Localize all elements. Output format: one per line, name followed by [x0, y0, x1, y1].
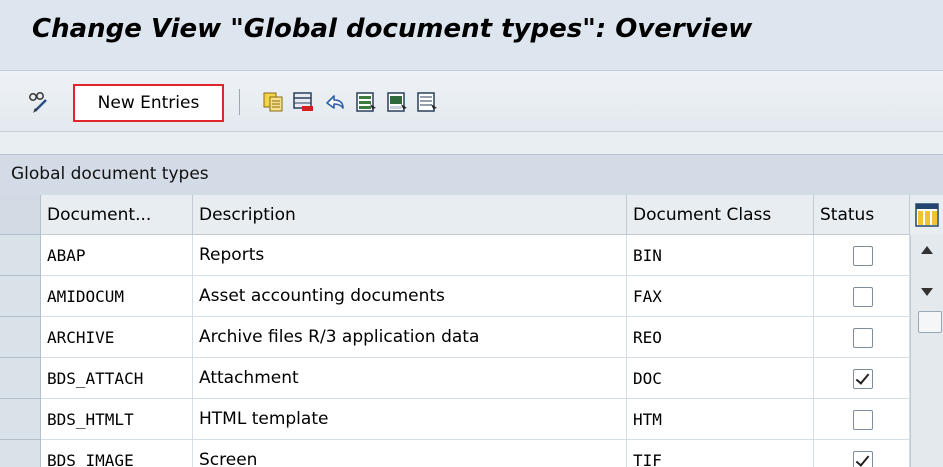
- vertical-scrollbar[interactable]: [910, 235, 943, 467]
- delete-icon[interactable]: [292, 91, 314, 113]
- undo-icon[interactable]: [324, 91, 346, 113]
- status-checkbox[interactable]: [853, 410, 873, 430]
- toolbar-spacer: [0, 132, 943, 154]
- row-selector[interactable]: [0, 276, 41, 317]
- toolbar-separator: [239, 89, 240, 115]
- document-class-cell[interactable]: FAX: [627, 276, 814, 317]
- row-selector[interactable]: [0, 235, 41, 276]
- status-checkbox[interactable]: [853, 328, 873, 348]
- page-title: Change View "Global document types": Ove…: [32, 14, 753, 44]
- table-section-header: Global document types: [0, 154, 943, 196]
- document-class-cell[interactable]: DOC: [627, 358, 814, 399]
- new-entries-button[interactable]: New Entries: [73, 84, 224, 122]
- status-cell: [814, 440, 910, 467]
- title-bar: Change View "Global document types": Ove…: [0, 0, 943, 71]
- description-cell[interactable]: Archive files R/3 application data: [193, 317, 627, 358]
- section-title: Global document types: [11, 164, 209, 184]
- status-cell: [814, 235, 910, 276]
- column-header-status[interactable]: Status: [814, 195, 910, 235]
- status-checkbox[interactable]: [853, 369, 873, 389]
- status-cell: [814, 317, 910, 358]
- copy-icon[interactable]: [262, 91, 284, 113]
- document-class-cell[interactable]: HTM: [627, 399, 814, 440]
- document-class-cell[interactable]: BIN: [627, 235, 814, 276]
- description-cell[interactable]: Screen: [193, 440, 627, 467]
- pencil-glasses-icon[interactable]: [27, 91, 49, 113]
- document-type-cell[interactable]: ABAP: [41, 235, 193, 276]
- document-type-cell[interactable]: AMIDOCUM: [41, 276, 193, 317]
- table-control: Document... Description Document Class S…: [0, 195, 943, 467]
- document-type-cell[interactable]: BDS_HTMLT: [41, 399, 193, 440]
- status-cell: [814, 276, 910, 317]
- column-header-document-class[interactable]: Document Class: [627, 195, 814, 235]
- row-selector[interactable]: [0, 399, 41, 440]
- document-type-cell[interactable]: BDS_ATTACH: [41, 358, 193, 399]
- description-cell[interactable]: Reports: [193, 235, 627, 276]
- scroll-thumb[interactable]: [918, 311, 942, 333]
- document-type-cell[interactable]: BDS_IMAGE: [41, 440, 193, 467]
- deselect-all-icon[interactable]: [416, 91, 438, 113]
- application-toolbar: New Entries: [0, 71, 943, 132]
- document-type-cell[interactable]: ARCHIVE: [41, 317, 193, 358]
- status-cell: [814, 399, 910, 440]
- status-checkbox[interactable]: [853, 451, 873, 467]
- scroll-down-arrow-icon[interactable]: [920, 287, 934, 297]
- select-all-icon[interactable]: [355, 91, 377, 113]
- column-header-description[interactable]: Description: [193, 195, 627, 235]
- row-selector[interactable]: [0, 317, 41, 358]
- row-selector[interactable]: [0, 440, 41, 467]
- row-selector[interactable]: [0, 358, 41, 399]
- table-settings-icon[interactable]: [915, 203, 939, 227]
- status-cell: [814, 358, 910, 399]
- scroll-up-arrow-icon[interactable]: [920, 245, 934, 255]
- select-all-cell[interactable]: [0, 195, 41, 235]
- column-header-document[interactable]: Document...: [41, 195, 193, 235]
- status-checkbox[interactable]: [853, 246, 873, 266]
- sap-window: Change View "Global document types": Ove…: [0, 0, 943, 467]
- description-cell[interactable]: Asset accounting documents: [193, 276, 627, 317]
- document-class-cell[interactable]: TIF: [627, 440, 814, 467]
- select-block-icon[interactable]: [386, 91, 408, 113]
- status-checkbox[interactable]: [853, 287, 873, 307]
- document-class-cell[interactable]: REO: [627, 317, 814, 358]
- description-cell[interactable]: HTML template: [193, 399, 627, 440]
- table-settings-cell[interactable]: [910, 195, 943, 236]
- description-cell[interactable]: Attachment: [193, 358, 627, 399]
